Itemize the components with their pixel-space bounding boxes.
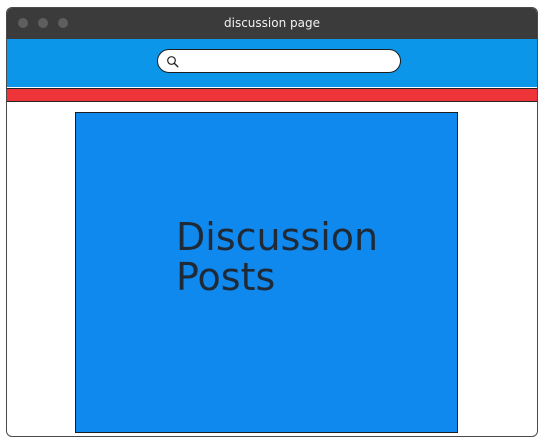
title-bar: discussion page [7, 8, 537, 39]
discussion-posts-panel: Discussion Posts [75, 112, 458, 433]
window-title: discussion page [224, 16, 320, 30]
red-navigation-bar [7, 88, 537, 102]
search-bar-area [7, 39, 537, 87]
discussion-posts-heading: Discussion Posts [176, 215, 379, 299]
search-input[interactable] [184, 53, 390, 69]
search-icon [167, 56, 179, 68]
search-box[interactable] [157, 49, 401, 73]
browser-window: discussion page Discussion Posts [6, 7, 538, 437]
